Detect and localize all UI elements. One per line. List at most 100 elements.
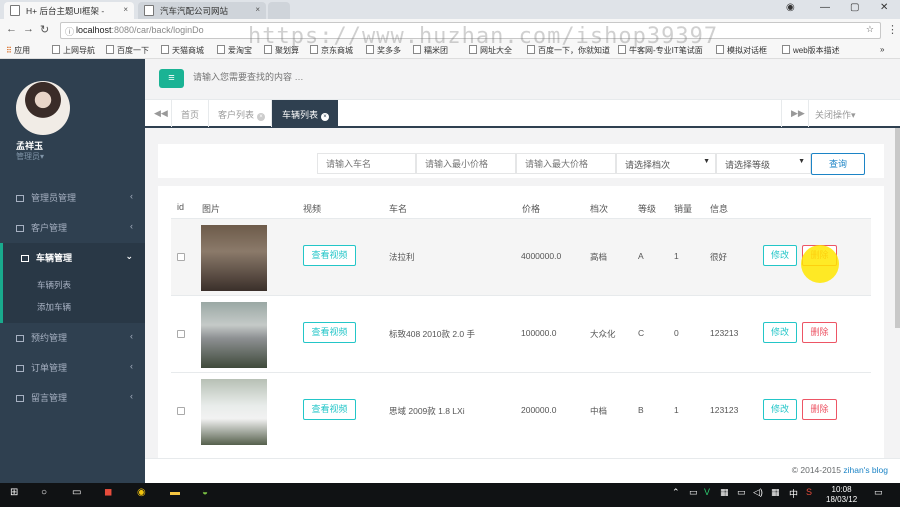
tab-home[interactable]: 首页 xyxy=(181,100,199,127)
search-input[interactable] xyxy=(193,72,493,82)
car-name: 法拉利 xyxy=(389,252,415,262)
browser-tab-site[interactable]: 汽车汽配公司网站 × xyxy=(138,2,266,19)
url-input[interactable]: ⓘ localhost:8080/car/back/loginDo ☆ xyxy=(60,22,881,39)
delete-button[interactable]: 删除 xyxy=(802,399,837,420)
sogou-icon[interactable]: S xyxy=(806,487,812,497)
task-view-icon[interactable]: ▭ xyxy=(72,487,81,498)
blog-link[interactable]: zihan's blog xyxy=(843,465,888,475)
view-video-button[interactable]: 查看视频 xyxy=(303,245,356,266)
bookmark-item[interactable]: 百度一下 xyxy=(106,45,149,56)
car-level: C xyxy=(638,328,645,338)
sidebar-item-messages[interactable]: 留言管理 ‹ xyxy=(0,383,145,413)
ime-indicator[interactable]: 中 xyxy=(789,487,798,500)
bookmark-label: 应用 xyxy=(14,46,31,55)
query-button[interactable]: 查询 xyxy=(811,153,865,175)
window-close-icon[interactable]: ✕ xyxy=(880,2,888,13)
tray-expand-icon[interactable]: ⌃ xyxy=(672,487,680,498)
row-checkbox[interactable] xyxy=(177,330,185,338)
url-host: localhost xyxy=(76,25,112,35)
bookmark-item[interactable]: 上网导航 xyxy=(52,45,95,56)
close-tab-icon[interactable]: × xyxy=(257,113,266,121)
tabs-prev-button[interactable]: ◀◀ xyxy=(154,100,168,127)
sidebar-item-admin[interactable]: 管理员管理 ‹ xyxy=(0,183,145,213)
tray-icon[interactable]: V xyxy=(704,487,710,497)
profile-icon[interactable]: ◉ xyxy=(786,2,795,13)
back-icon[interactable]: ← xyxy=(6,23,17,35)
folder-icon[interactable]: ▬ xyxy=(170,487,180,498)
bookmark-item[interactable]: 京东商城 xyxy=(310,45,353,56)
notification-icon[interactable]: ▭ xyxy=(874,487,883,498)
bookmark-label: 奖多多 xyxy=(377,46,401,55)
sidebar-item-reservations[interactable]: 预约管理 ‹ xyxy=(0,323,145,353)
more-bookmarks-icon[interactable]: » xyxy=(880,45,884,54)
menu-kebab-icon[interactable]: ⋮ xyxy=(887,23,898,36)
bookmark-item[interactable]: 糯米团 xyxy=(413,45,448,56)
sidebar-item-orders[interactable]: 订单管理 ‹ xyxy=(0,353,145,383)
tabs-next-button[interactable]: ▶▶ xyxy=(791,100,805,127)
edit-button[interactable]: 修改 xyxy=(763,245,797,266)
close-tab-icon[interactable]: × xyxy=(321,113,330,121)
row-checkbox[interactable] xyxy=(177,407,185,415)
view-video-button[interactable]: 查看视频 xyxy=(303,399,356,420)
forward-icon[interactable]: → xyxy=(23,23,34,35)
submenu-add-vehicle[interactable]: 添加车辆 xyxy=(37,301,71,313)
reload-icon[interactable]: ↻ xyxy=(40,23,49,36)
cursor-highlight xyxy=(801,245,839,283)
bookmark-item[interactable]: web版本描述 xyxy=(782,45,840,56)
clock[interactable]: 10:08 18/03/12 xyxy=(826,485,857,505)
bookmark-item[interactable]: 天猫商城 xyxy=(161,45,204,56)
browser-tab-admin[interactable]: H+ 后台主题UI框架 - × xyxy=(4,2,134,19)
windows-start-icon[interactable]: ⊞ xyxy=(10,487,18,498)
star-icon[interactable]: ☆ xyxy=(866,24,874,35)
volume-icon[interactable]: ◁) xyxy=(753,487,763,498)
tray-icon[interactable]: ▭ xyxy=(689,487,698,498)
menu-toggle-button[interactable]: ≡ xyxy=(159,69,184,88)
car-sales: 1 xyxy=(674,405,679,415)
chevron-left-icon: ‹ xyxy=(130,191,133,201)
chrome-icon[interactable]: ◉ xyxy=(137,487,146,498)
tab-vehicle-list[interactable]: 车辆列表 × xyxy=(272,100,338,127)
app-icon[interactable]: ◼ xyxy=(104,487,112,498)
car-grade: 大众化 xyxy=(590,329,616,339)
eclipse-icon[interactable]: ◒ xyxy=(202,487,208,498)
car-image xyxy=(201,225,267,291)
sidebar-item-label: 客户管理 xyxy=(31,223,68,233)
min-price-input[interactable] xyxy=(416,153,516,174)
tab-customer-list[interactable]: 客户列表 × xyxy=(218,100,266,127)
bookmark-item[interactable]: 网址大全 xyxy=(469,45,512,56)
bookmark-item[interactable]: 百度一下，你就知道 xyxy=(527,45,610,56)
max-price-input[interactable] xyxy=(516,153,616,174)
user-role-dropdown[interactable]: 管理员▾ xyxy=(16,151,44,162)
bookmark-item[interactable]: 奖多多 xyxy=(366,45,401,56)
view-video-button[interactable]: 查看视频 xyxy=(303,322,356,343)
footer: © 2014-2015 zihan's blog xyxy=(145,458,900,483)
taskbar: ⊞ ○ ▭ ◼ ◉ ▬ ◒ ⌃ ▭ V ▦ ▭ ◁) ▦ 中 S 10:08 18… xyxy=(0,483,900,507)
sidebar-item-customers[interactable]: 客户管理 ‹ xyxy=(0,213,145,243)
car-name-input[interactable] xyxy=(317,153,416,174)
bookmark-item[interactable]: 模拟对话框 xyxy=(716,45,767,56)
new-tab-button[interactable] xyxy=(268,2,290,19)
close-operations-dropdown[interactable]: 关闭操作▾ xyxy=(815,100,856,127)
close-tab-icon[interactable]: × xyxy=(255,5,260,14)
battery-icon[interactable]: ▭ xyxy=(737,487,746,498)
grade-select[interactable]: 请选择档次 ▼ xyxy=(616,153,716,174)
select-value: 请选择档次 xyxy=(625,160,671,170)
minimize-icon[interactable]: — xyxy=(820,2,830,13)
edit-button[interactable]: 修改 xyxy=(763,399,797,420)
maximize-icon[interactable]: ▢ xyxy=(850,2,859,13)
delete-button[interactable]: 删除 xyxy=(802,322,837,343)
network-icon[interactable]: ▦ xyxy=(771,487,780,498)
bookmark-item[interactable]: 牛客网-专业IT笔试面 xyxy=(618,45,703,56)
bookmark-item[interactable]: 聚划算 xyxy=(264,45,299,56)
submenu-vehicle-list[interactable]: 车辆列表 xyxy=(37,279,71,291)
bookmark-apps[interactable]: ⠿ 应用 xyxy=(6,45,30,56)
close-tab-icon[interactable]: × xyxy=(123,5,128,14)
scrollbar[interactable] xyxy=(895,128,900,328)
row-checkbox[interactable] xyxy=(177,253,185,261)
tray-icon[interactable]: ▦ xyxy=(720,487,729,498)
edit-button[interactable]: 修改 xyxy=(763,322,797,343)
sidebar-item-vehicles[interactable]: 车辆管理 ⌄ xyxy=(0,243,145,323)
search-icon[interactable]: ○ xyxy=(41,487,47,498)
level-select[interactable]: 请选择等级 ▼ xyxy=(716,153,811,174)
bookmark-item[interactable]: 爱淘宝 xyxy=(217,45,252,56)
